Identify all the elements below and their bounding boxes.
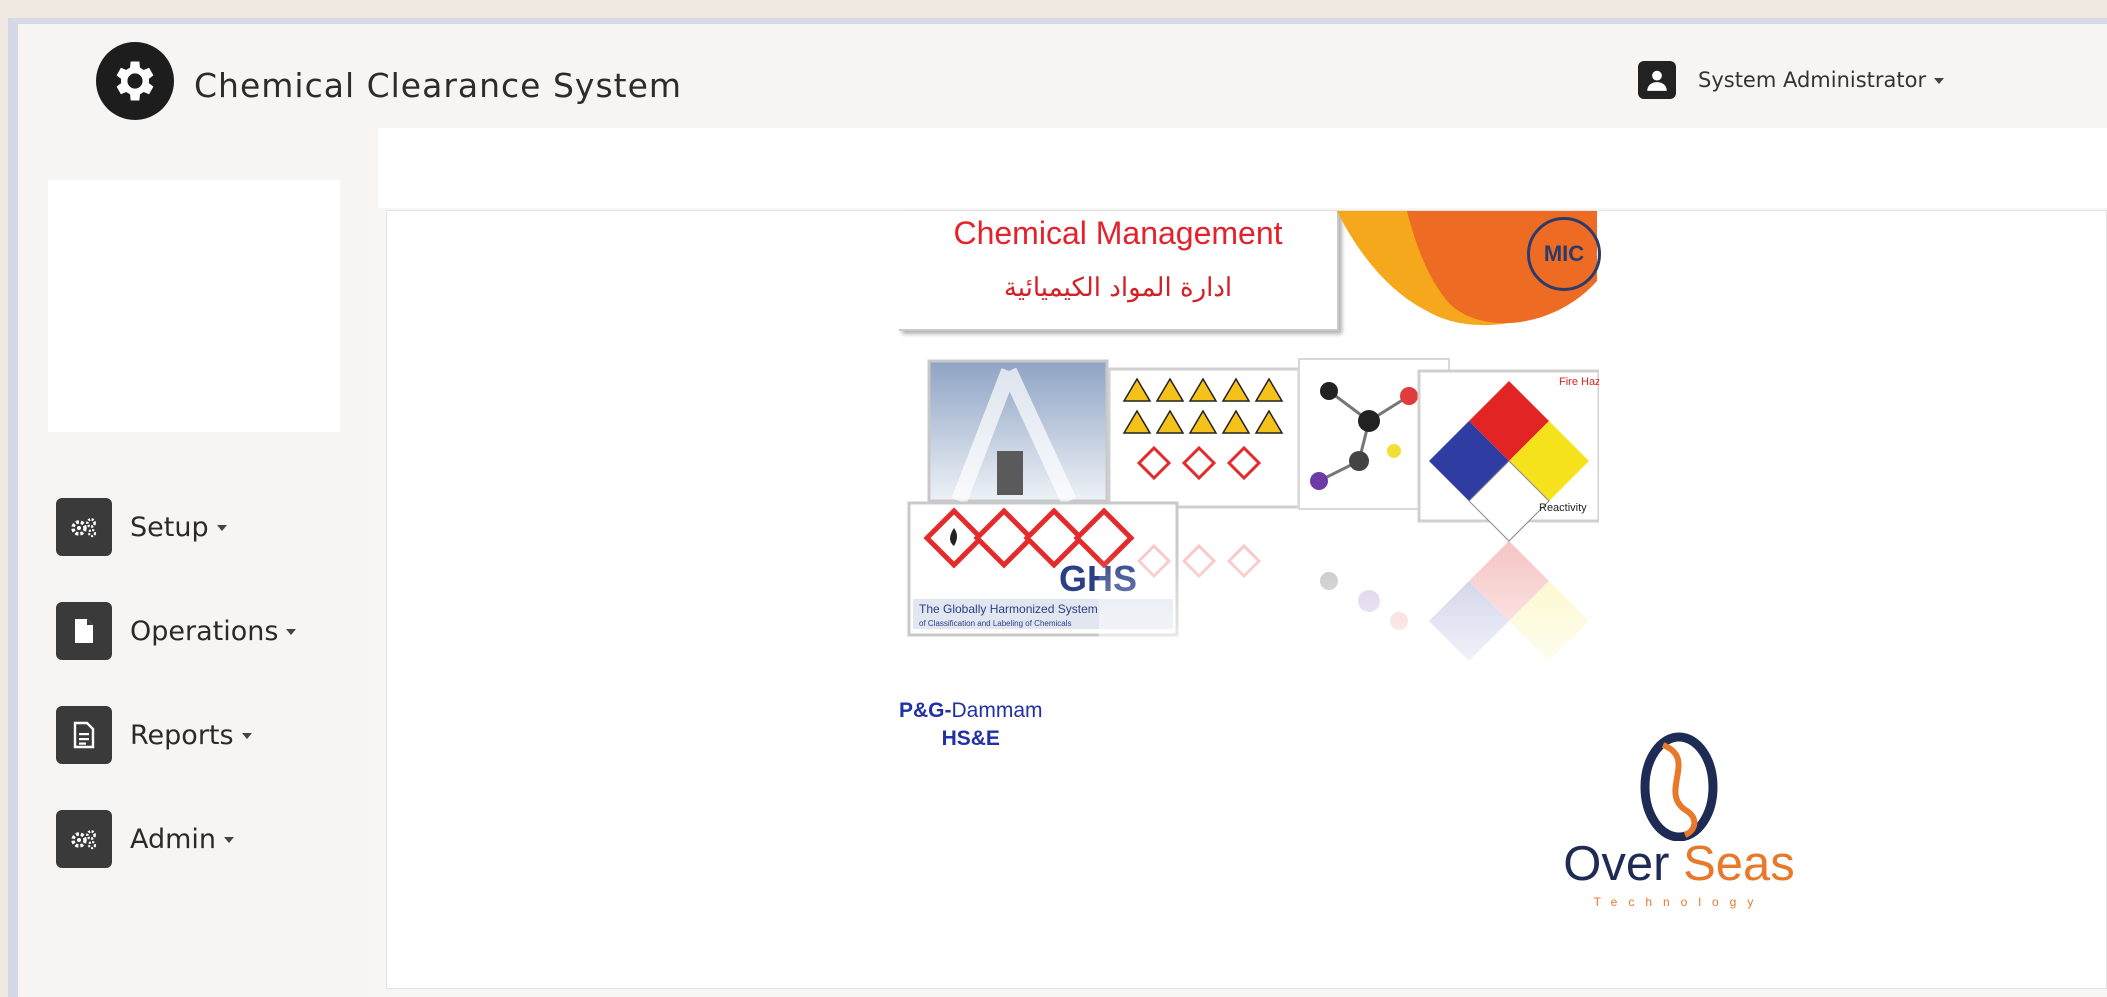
cogs-icon: [56, 810, 112, 868]
caret-down-icon: [224, 837, 235, 843]
app-title[interactable]: Chemical Clearance System: [194, 66, 682, 105]
ghs-caption: The Globally Harmonized System: [919, 602, 1098, 616]
file-icon: [56, 602, 112, 660]
sidebar-item-label: Setup: [130, 512, 227, 543]
chemical-management-banner: Chemical Management ادارة المواد الكيميا…: [899, 211, 1601, 721]
hazard-collage-image: Fire Hazard Reactivity GHS The Globally …: [907, 358, 1599, 701]
sidebar-item-setup[interactable]: Setup: [56, 498, 227, 556]
home-panel: Chemical Management ادارة المواد الكيميا…: [386, 210, 2107, 989]
sidebar-item-reports[interactable]: Reports: [56, 706, 252, 764]
sidebar: Setup Operations Reports Admin: [18, 128, 368, 997]
caret-down-icon: [1934, 78, 1945, 84]
ghs-subcaption: of Classification and Labeling of Chemic…: [919, 619, 1072, 628]
mic-logo: MIC: [1527, 217, 1601, 291]
sidebar-item-operations[interactable]: Operations: [56, 602, 297, 660]
site-label: P&G-Dammam HS&E: [899, 699, 1043, 750]
banner-title-box: Chemical Management ادارة المواد الكيميا…: [899, 211, 1339, 331]
report-icon: [56, 706, 112, 764]
sidebar-item-admin[interactable]: Admin: [56, 810, 235, 868]
banner-title: Chemical Management: [953, 215, 1283, 251]
sidebar-item-label: Admin: [130, 824, 235, 855]
content-header-area: [378, 128, 2107, 208]
overseas-wordmark: Over Seas: [1563, 837, 1795, 891]
caret-down-icon: [241, 733, 252, 739]
overseas-tagline: Technology: [1593, 895, 1765, 909]
nfpa-reactivity-label: Reactivity: [1539, 502, 1587, 514]
app-window: Chemical Clearance System System Adminis…: [8, 18, 2107, 997]
user-icon: [1638, 61, 1676, 99]
cogs-icon: [56, 498, 112, 556]
sidebar-item-label: Reports: [130, 720, 252, 751]
sidebar-item-label: Operations: [130, 616, 297, 647]
nfpa-fire-label: Fire Hazard: [1559, 376, 1599, 388]
caret-down-icon: [286, 629, 297, 635]
banner-arabic-title: ادارة المواد الكيميائية: [1003, 273, 1233, 303]
caret-down-icon: [216, 525, 227, 531]
sidebar-logo-area: [48, 180, 340, 432]
user-menu-dropdown[interactable]: System Administrator: [1638, 60, 1945, 100]
top-navbar: Chemical Clearance System System Adminis…: [18, 24, 2107, 128]
gear-icon[interactable]: [96, 42, 174, 120]
overseas-technology-logo: Over Seas Technology: [1559, 731, 1799, 921]
user-name: System Administrator: [1698, 68, 1945, 92]
overseas-emblem-icon: [1640, 732, 1718, 842]
